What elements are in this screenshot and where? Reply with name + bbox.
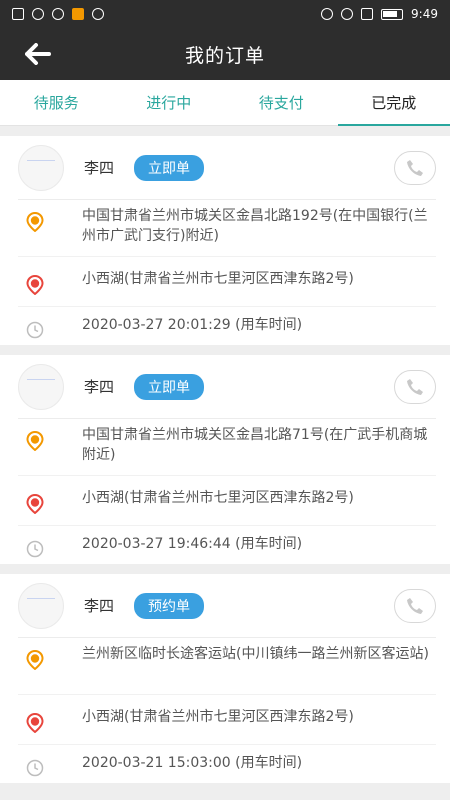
dropoff-pin-icon (26, 275, 44, 295)
avatar (18, 582, 64, 629)
order-card[interactable]: 李四 预约单 兰州新区临时长途客运站(中川镇纬一路兰州新区客运站) 小西湖(甘肃… (0, 574, 450, 783)
dropoff-pin-icon (26, 494, 44, 514)
location-icon (52, 8, 64, 20)
tab-pending-payment[interactable]: 待支付 (225, 80, 338, 125)
dropoff-pin-icon (26, 713, 44, 733)
arrow-left-icon (25, 43, 51, 65)
time-row: 2020-03-21 15:03:00 (用车时间) (18, 744, 436, 783)
phone-icon (407, 159, 423, 176)
order-card-header: 李四 预约单 (18, 574, 436, 638)
order-type-badge: 预约单 (134, 592, 205, 619)
dropoff-address: 小西湖(甘肃省兰州市七里河区西津东路2号) (82, 490, 354, 506)
phone-icon (407, 597, 423, 614)
order-card[interactable]: 李四 立即单 中国甘肃省兰州市城关区金昌北路192号(在中国银行(兰州市广武门支… (0, 136, 450, 345)
status-bar: 9:49 (0, 0, 450, 28)
dropoff-row: 小西湖(甘肃省兰州市七里河区西津东路2号) (18, 694, 436, 744)
avatar (18, 363, 64, 410)
eye-icon (321, 8, 334, 20)
order-card-header: 李四 立即单 (18, 136, 436, 200)
call-button[interactable] (394, 369, 436, 404)
pickup-address: 中国甘肃省兰州市城关区金昌北路192号(在中国银行(兰州市广武门支行)附近) (82, 208, 428, 244)
avatar (18, 144, 64, 191)
order-tabs: 待服务 进行中 待支付 已完成 (0, 80, 450, 126)
pickup-row: 中国甘肃省兰州市城关区金昌北路192号(在中国银行(兰州市广武门支行)附近) (18, 200, 436, 256)
call-button[interactable] (394, 588, 436, 623)
tab-pending-service[interactable]: 待服务 (0, 80, 113, 125)
gps-icon (341, 8, 354, 20)
pickup-pin-icon (26, 212, 44, 232)
dropoff-address: 小西湖(甘肃省兰州市七里河区西津东路2号) (82, 709, 354, 725)
customer-name: 李四 (84, 378, 115, 396)
order-time: 2020-03-21 15:03:00 (用车时间) (82, 755, 303, 771)
order-time: 2020-03-27 20:01:29 (用车时间) (82, 317, 303, 333)
clock-icon (26, 540, 44, 558)
pickup-address: 中国甘肃省兰州市城关区金昌北路71号(在广武手机商城附近) (82, 427, 428, 463)
app-notification-icon (72, 8, 84, 20)
order-list: 李四 立即单 中国甘肃省兰州市城关区金昌北路192号(在中国银行(兰州市广武门支… (0, 136, 450, 793)
phone-icon (407, 378, 423, 395)
order-card-header: 李四 立即单 (18, 355, 436, 419)
order-type-badge: 立即单 (134, 154, 205, 181)
pickup-row: 兰州新区临时长途客运站(中川镇纬一路兰州新区客运站) (18, 638, 436, 694)
order-card[interactable]: 李四 立即单 中国甘肃省兰州市城关区金昌北路71号(在广武手机商城附近) 小西湖… (0, 355, 450, 564)
sim-icon (12, 8, 24, 20)
customer-name: 李四 (84, 597, 115, 615)
pickup-pin-icon (26, 650, 44, 670)
battery-icon (381, 8, 404, 20)
dropoff-row: 小西湖(甘肃省兰州市七里河区西津东路2号) (18, 475, 436, 525)
app-bar: 我的订单 (0, 28, 450, 80)
time-row: 2020-03-27 19:46:44 (用车时间) (18, 525, 436, 564)
vibrate-icon (361, 8, 374, 20)
pickup-row: 中国甘肃省兰州市城关区金昌北路71号(在广武手机商城附近) (18, 419, 436, 475)
messenger-icon (92, 8, 104, 20)
order-time: 2020-03-27 19:46:44 (用车时间) (82, 536, 303, 552)
order-type-badge: 立即单 (134, 373, 205, 400)
dropoff-address: 小西湖(甘肃省兰州市七里河区西津东路2号) (82, 271, 354, 287)
call-button[interactable] (394, 150, 436, 185)
dropoff-row: 小西湖(甘肃省兰州市七里河区西津东路2号) (18, 256, 436, 306)
tab-in-progress[interactable]: 进行中 (113, 80, 226, 125)
customer-name: 李四 (84, 159, 115, 177)
status-time: 9:49 (411, 7, 438, 21)
tab-completed[interactable]: 已完成 (337, 80, 450, 126)
time-row: 2020-03-27 20:01:29 (用车时间) (18, 306, 436, 345)
back-button[interactable] (22, 40, 54, 68)
pickup-pin-icon (26, 431, 44, 451)
clock-icon (26, 759, 44, 777)
wifi-icon (32, 8, 44, 20)
pickup-address: 兰州新区临时长途客运站(中川镇纬一路兰州新区客运站) (82, 646, 429, 662)
page-title: 我的订单 (184, 44, 265, 67)
clock-icon (26, 321, 44, 339)
